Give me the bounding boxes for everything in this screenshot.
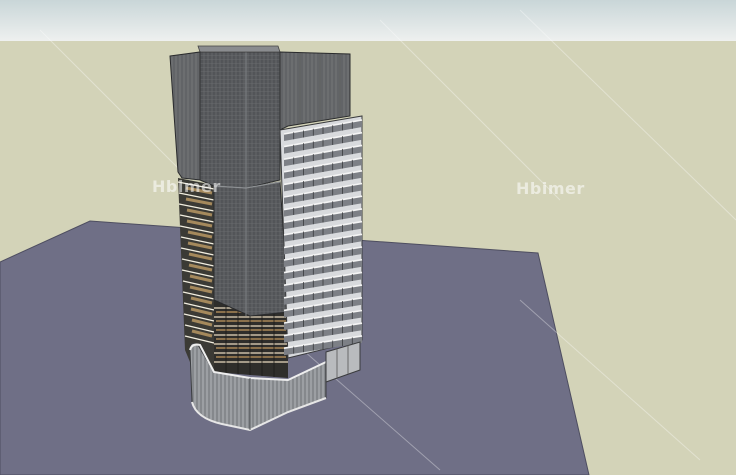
watermark-right: Hbimer — [516, 179, 585, 198]
east-face — [279, 115, 363, 359]
sketchup-viewport[interactable]: Hbimer Hbimer — [0, 0, 736, 475]
model-render — [0, 0, 736, 475]
sky — [0, 0, 736, 41]
watermark-left: Hbimer — [152, 177, 221, 196]
